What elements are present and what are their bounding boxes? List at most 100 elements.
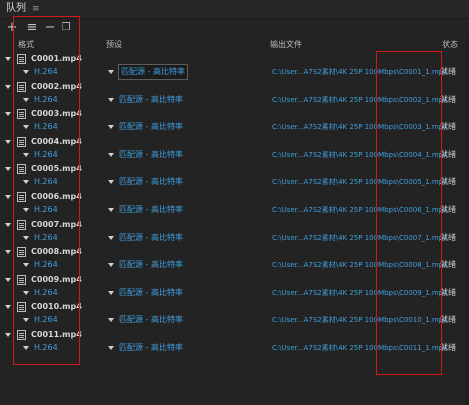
format-link[interactable]: H.264 <box>34 148 58 162</box>
preset-link[interactable]: 匹配源 - 高比特率 <box>119 231 183 245</box>
output-file-link[interactable]: C:\User...A7S2素材\4K 25P 100Mbps\C0009_1.… <box>272 286 448 300</box>
preset-dropdown-icon[interactable] <box>108 70 114 74</box>
queue-item[interactable]: C0010.mp4 H.264 匹配源 - 高比特率 C:\User...A7S2素材… <box>0 300 469 328</box>
preset-dropdown-icon[interactable] <box>108 180 114 185</box>
preset-dropdown-icon[interactable] <box>108 263 114 268</box>
output-row[interactable]: H.264 匹配源 - 高比特率 C:\User...A7S2素材\4K 25P 1… <box>0 313 469 327</box>
format-link[interactable]: H.264 <box>34 65 58 79</box>
format-dropdown-icon[interactable] <box>23 152 29 157</box>
format-dropdown-icon[interactable] <box>23 180 29 185</box>
source-row[interactable]: C0003.mp4 <box>0 107 469 120</box>
expand-triangle-icon[interactable] <box>5 84 11 89</box>
format-dropdown-icon[interactable] <box>23 235 29 240</box>
preset-dropdown-icon[interactable] <box>108 345 114 350</box>
preset-dropdown-icon[interactable] <box>108 97 114 102</box>
output-file-link[interactable]: C:\User...A7S2素材\4K 25P 100Mbps\C0002_1.… <box>272 93 448 107</box>
preset-link[interactable]: 匹配源 - 高比特率 <box>119 120 183 134</box>
output-row[interactable]: H.264 匹配源 - 高比特率 C:\User...A7S2素材\4K 25P 1… <box>0 93 469 107</box>
format-link[interactable]: H.264 <box>34 120 58 134</box>
queue-item[interactable]: C0006.mp4 H.264 匹配源 - 高比特率 C:\User...A7S2素材… <box>0 190 469 218</box>
format-link[interactable]: H.264 <box>34 231 58 245</box>
queue-item[interactable]: C0009.mp4 H.264 匹配源 - 高比特率 C:\User...A7S2素材… <box>0 273 469 301</box>
output-file-link[interactable]: C:\User...A7S2素材\4K 25P 100Mbps\C0011_1.… <box>272 341 448 355</box>
source-row[interactable]: C0008.mp4 <box>0 245 469 258</box>
output-file-link[interactable]: C:\User...A7S2素材\4K 25P 100Mbps\C0004_1.… <box>272 148 448 162</box>
output-file-link[interactable]: C:\User...A7S2素材\4K 25P 100Mbps\C0007_1.… <box>272 231 448 245</box>
source-row[interactable]: C0007.mp4 <box>0 218 469 231</box>
preset-link[interactable]: 匹配源 - 高比特率 <box>119 258 183 272</box>
format-link[interactable]: H.264 <box>34 341 58 355</box>
format-dropdown-icon[interactable] <box>23 345 29 350</box>
remove-button[interactable]: − <box>43 21 57 35</box>
expand-triangle-icon[interactable] <box>5 112 11 117</box>
source-row[interactable]: C0001.mp4 <box>0 52 469 65</box>
expand-triangle-icon[interactable] <box>5 332 11 337</box>
hamburger-icon[interactable]: ≡ <box>32 0 40 18</box>
queue-item[interactable]: C0011.mp4 H.264 匹配源 - 高比特率 C:\User...A7S2素材… <box>0 328 469 356</box>
output-file-link[interactable]: C:\User...A7S2素材\4K 25P 100Mbps\C0005_1.… <box>272 175 448 189</box>
output-file-link[interactable]: C:\User...A7S2素材\4K 25P 100Mbps\C0001_1.… <box>272 65 448 79</box>
source-row[interactable]: C0011.mp4 <box>0 328 469 341</box>
queue-item[interactable]: C0001.mp4 H.264 匹配源 - 高比特率 C:\User...A7S2素材… <box>0 52 469 80</box>
output-row[interactable]: H.264 匹配源 - 高比特率 C:\User...A7S2素材\4K 25P 1… <box>0 286 469 300</box>
output-row[interactable]: H.264 匹配源 - 高比特率 C:\User...A7S2素材\4K 25P 1… <box>0 203 469 217</box>
expand-triangle-icon[interactable] <box>5 139 11 144</box>
format-dropdown-icon[interactable] <box>23 97 29 102</box>
source-row[interactable]: C0002.mp4 <box>0 80 469 93</box>
output-row[interactable]: H.264 匹配源 - 高比特率 C:\User...A7S2素材\4K 25P 1… <box>0 64 469 80</box>
expand-triangle-icon[interactable] <box>5 167 11 172</box>
queue-item[interactable]: C0005.mp4 H.264 匹配源 - 高比特率 C:\User...A7S2素材… <box>0 162 469 190</box>
queue-item[interactable]: C0008.mp4 H.264 匹配源 - 高比特率 C:\User...A7S2素材… <box>0 245 469 273</box>
output-row[interactable]: H.264 匹配源 - 高比特率 C:\User...A7S2素材\4K 25P 1… <box>0 231 469 245</box>
output-row[interactable]: H.264 匹配源 - 高比特率 C:\User...A7S2素材\4K 25P 1… <box>0 175 469 189</box>
preset-link[interactable]: 匹配源 - 高比特率 <box>119 93 183 107</box>
preset-dropdown-icon[interactable] <box>108 290 114 295</box>
output-row[interactable]: H.264 匹配源 - 高比特率 C:\User...A7S2素材\4K 25P 1… <box>0 148 469 162</box>
output-row[interactable]: H.264 匹配源 - 高比特率 C:\User...A7S2素材\4K 25P 1… <box>0 258 469 272</box>
expand-triangle-icon[interactable] <box>5 222 11 227</box>
format-dropdown-icon[interactable] <box>23 290 29 295</box>
format-dropdown-icon[interactable] <box>23 263 29 268</box>
column-header-status[interactable]: 状态 <box>442 38 458 52</box>
source-row[interactable]: C0006.mp4 <box>0 190 469 203</box>
format-link[interactable]: H.264 <box>34 313 58 327</box>
format-dropdown-icon[interactable] <box>23 70 29 74</box>
output-file-link[interactable]: C:\User...A7S2素材\4K 25P 100Mbps\C0006_1.… <box>272 203 448 217</box>
preset-link[interactable]: 匹配源 - 高比特率 <box>119 148 183 162</box>
queue-item[interactable]: C0007.mp4 H.264 匹配源 - 高比特率 C:\User...A7S2素材… <box>0 218 469 246</box>
output-file-link[interactable]: C:\User...A7S2素材\4K 25P 100Mbps\C0003_1.… <box>272 120 448 134</box>
format-link[interactable]: H.264 <box>34 93 58 107</box>
format-link[interactable]: H.264 <box>34 286 58 300</box>
expand-triangle-icon[interactable] <box>5 277 11 282</box>
column-header-preset[interactable]: 预设 <box>106 38 122 52</box>
format-dropdown-icon[interactable] <box>23 207 29 212</box>
add-source-button[interactable]: + <box>5 21 19 35</box>
source-row[interactable]: C0009.mp4 <box>0 273 469 286</box>
format-dropdown-icon[interactable] <box>23 125 29 130</box>
preset-link[interactable]: 匹配源 - 高比特率 <box>119 286 183 300</box>
column-header-output[interactable]: 输出文件 <box>270 38 302 52</box>
preset-link[interactable]: 匹配源 - 高比特率 <box>119 341 183 355</box>
format-dropdown-icon[interactable] <box>23 318 29 323</box>
preset-link[interactable]: 匹配源 - 高比特率 <box>119 313 183 327</box>
queue-item[interactable]: C0003.mp4 H.264 匹配源 - 高比特率 C:\User...A7S2素材… <box>0 107 469 135</box>
expand-triangle-icon[interactable] <box>5 305 11 310</box>
settings-icon[interactable]: ≡ <box>25 21 39 35</box>
queue-item[interactable]: C0002.mp4 H.264 匹配源 - 高比特率 C:\User...A7S2素材… <box>0 80 469 108</box>
format-link[interactable]: H.264 <box>34 203 58 217</box>
preset-dropdown-icon[interactable] <box>108 207 114 212</box>
duplicate-button[interactable]: ❐ <box>59 21 73 35</box>
preset-dropdown-icon[interactable] <box>108 152 114 157</box>
column-header-format[interactable]: 格式 <box>18 38 34 52</box>
output-file-link[interactable]: C:\User...A7S2素材\4K 25P 100Mbps\C0008_1.… <box>272 258 448 272</box>
output-row[interactable]: H.264 匹配源 - 高比特率 C:\User...A7S2素材\4K 25P 1… <box>0 120 469 134</box>
queue-item[interactable]: C0004.mp4 H.264 匹配源 - 高比特率 C:\User...A7S2素材… <box>0 135 469 163</box>
preset-link[interactable]: 匹配源 - 高比特率 <box>119 175 183 189</box>
preset-link[interactable]: 匹配源 - 高比特率 <box>119 203 183 217</box>
source-row[interactable]: C0005.mp4 <box>0 162 469 175</box>
preset-dropdown-icon[interactable] <box>108 318 114 323</box>
format-link[interactable]: H.264 <box>34 175 58 189</box>
output-file-link[interactable]: C:\User...A7S2素材\4K 25P 100Mbps\C0010_1.… <box>272 313 448 327</box>
output-row[interactable]: H.264 匹配源 - 高比特率 C:\User...A7S2素材\4K 25P 1… <box>0 341 469 355</box>
preset-dropdown-icon[interactable] <box>108 125 114 130</box>
